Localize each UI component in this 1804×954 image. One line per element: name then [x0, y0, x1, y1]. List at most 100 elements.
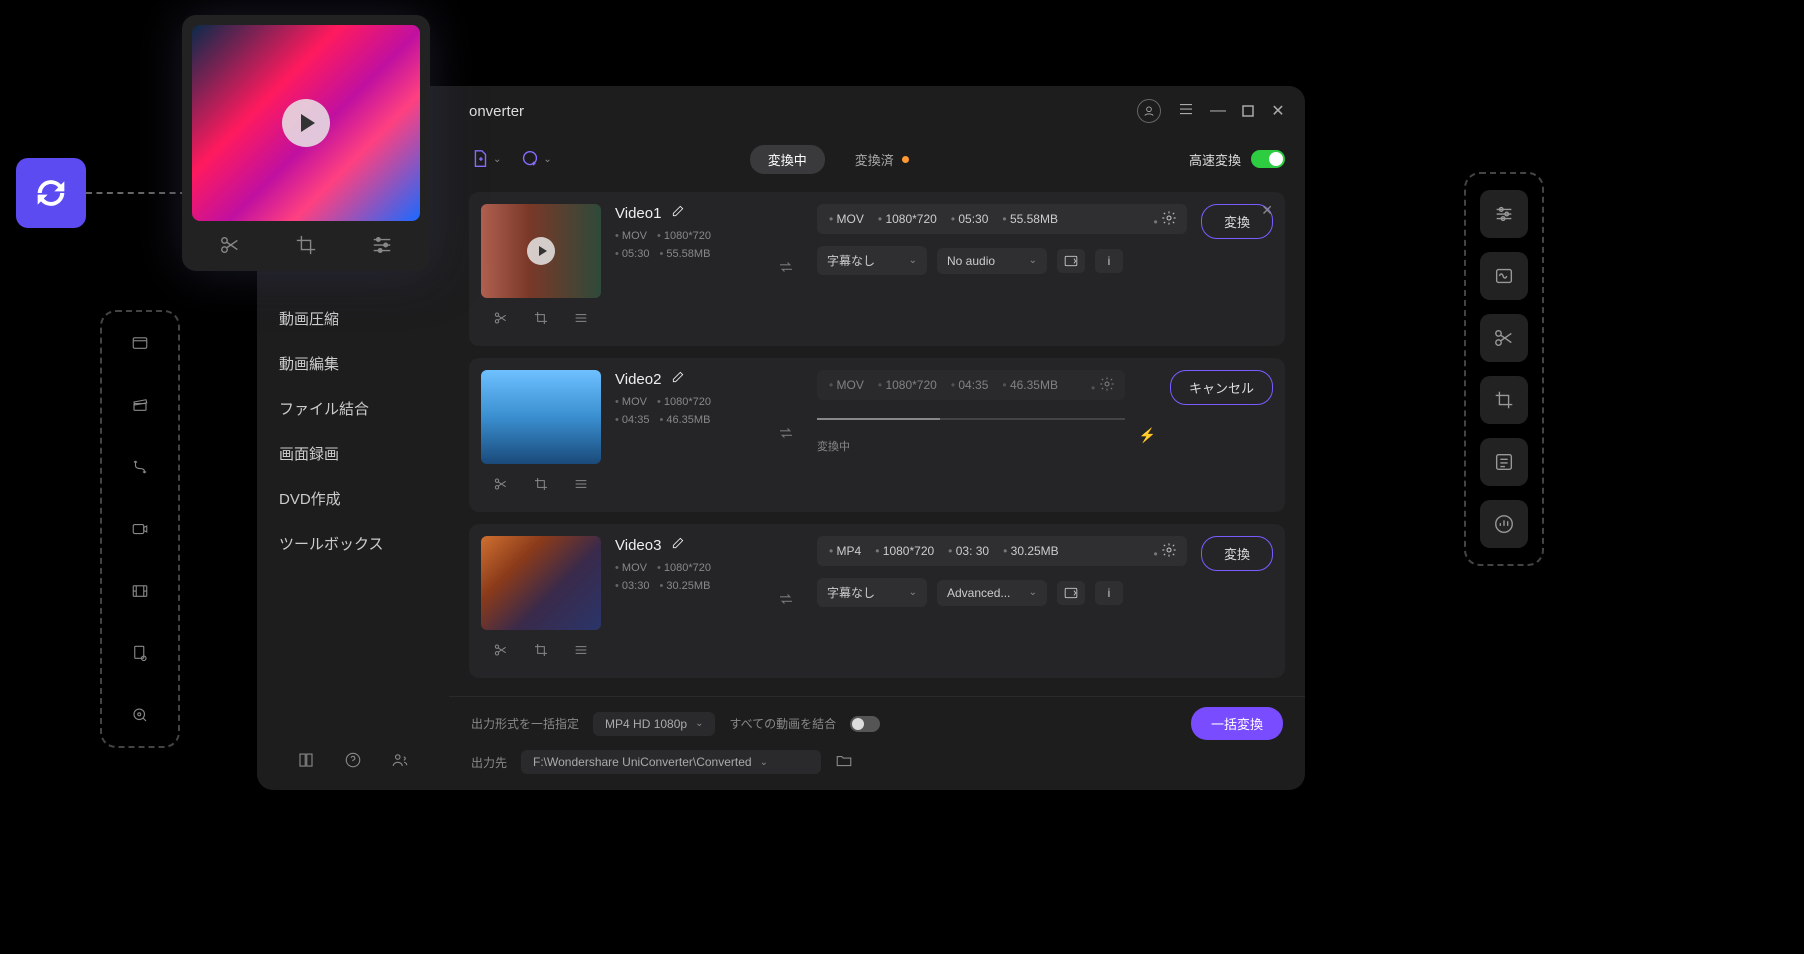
cc-button[interactable]	[1057, 249, 1085, 273]
crop-icon[interactable]	[525, 468, 557, 500]
crop-icon[interactable]	[525, 634, 557, 666]
sidebar-item-toolbox[interactable]: ツールボックス	[257, 521, 449, 566]
gear-icon	[1091, 376, 1115, 395]
cut-icon[interactable]	[214, 229, 246, 261]
add-url-button[interactable]: ⌄	[519, 148, 551, 170]
high-speed-label: 高速変換	[1189, 150, 1241, 169]
tab-converted[interactable]: 変換済	[855, 150, 909, 169]
video-thumbnail[interactable]	[481, 370, 601, 464]
bolt-icon: ⚡	[1139, 427, 1156, 444]
menu-icon[interactable]	[1177, 100, 1195, 123]
video-name: Video1	[615, 205, 661, 222]
batch-convert-button[interactable]: 一括変換	[1191, 707, 1283, 740]
feature-icons-right	[1464, 172, 1544, 566]
sidebar-item-compress[interactable]: 動画圧縮	[257, 296, 449, 341]
sliders-icon	[1480, 190, 1528, 238]
footer: 出力形式を一括指定 MP4 HD 1080p⌄ すべての動画を結合 一括変換 出…	[449, 696, 1305, 790]
gear-icon[interactable]	[1153, 210, 1177, 229]
cut-icon[interactable]	[485, 634, 517, 666]
close-icon[interactable]: ✕	[1271, 104, 1285, 118]
disc-search-icon	[125, 700, 155, 730]
sidebar-item-dvd[interactable]: DVD作成	[257, 476, 449, 521]
subtitle-select[interactable]: 字幕なし⌄	[817, 246, 927, 275]
high-speed-toggle[interactable]	[1251, 150, 1285, 168]
cut-icon	[1480, 314, 1528, 362]
add-file-button[interactable]: ⌄	[469, 148, 501, 170]
help-icon[interactable]	[344, 751, 362, 774]
output-settings[interactable]: MP41080*72003: 3030.25MB	[817, 536, 1187, 566]
adjust-icon[interactable]	[565, 468, 597, 500]
tab-converting[interactable]: 変換中	[750, 145, 825, 174]
play-icon[interactable]	[527, 237, 555, 265]
sidebar-item-merge[interactable]: ファイル結合	[257, 386, 449, 431]
adjust-icon[interactable]	[366, 229, 398, 261]
file-play-icon	[125, 638, 155, 668]
video-list: ✕ Video1 MOV1080*720 05:3055.58MB	[449, 182, 1305, 696]
video-row: Video3 MOV1080*720 03:3030.25MB MP41080*…	[469, 524, 1285, 678]
video-name: Video3	[615, 537, 661, 554]
subtitle-select[interactable]: 字幕なし⌄	[817, 578, 927, 607]
users-icon[interactable]	[391, 751, 409, 774]
edit-icon[interactable]	[671, 370, 685, 388]
swap-icon	[777, 258, 795, 281]
output-format-label: 出力形式を一括指定	[471, 715, 579, 732]
sidebar-item-edit[interactable]: 動画編集	[257, 341, 449, 386]
video-thumbnail[interactable]	[481, 536, 601, 630]
output-format-select[interactable]: MP4 HD 1080p⌄	[593, 712, 715, 736]
swap-icon	[777, 590, 795, 613]
film-icon	[125, 328, 155, 358]
adjust-icon[interactable]	[565, 302, 597, 334]
app-title: onverter	[469, 103, 524, 120]
titlebar: onverter — ✕	[449, 86, 1305, 136]
crop-icon	[1480, 376, 1528, 424]
maximize-icon[interactable]	[1241, 104, 1255, 118]
cancel-button[interactable]: キャンセル	[1170, 370, 1273, 405]
audio-select[interactable]: Advanced...⌄	[937, 580, 1047, 606]
video-row: ✕ Video1 MOV1080*720 05:3055.58MB	[469, 192, 1285, 346]
minimize-icon[interactable]: —	[1211, 104, 1225, 118]
frame-icon	[125, 576, 155, 606]
sidebar-item-record[interactable]: 画面録画	[257, 431, 449, 476]
crop-icon[interactable]	[525, 302, 557, 334]
app-main-window: onverter — ✕ ⌄ ⌄ 変換中 変換済 高速変換 ✕	[449, 86, 1305, 790]
cut-icon[interactable]	[485, 468, 517, 500]
merge-toggle[interactable]	[850, 716, 880, 732]
edit-icon[interactable]	[671, 536, 685, 554]
play-icon[interactable]	[282, 99, 330, 147]
toolbar: ⌄ ⌄ 変換中 変換済 高速変換	[449, 136, 1305, 182]
edit-icon[interactable]	[671, 204, 685, 222]
gear-icon[interactable]	[1153, 542, 1177, 561]
crop-icon[interactable]	[290, 229, 322, 261]
swap-icon	[777, 424, 795, 447]
video-thumbnail[interactable]	[481, 204, 601, 298]
info-button[interactable]: i	[1095, 581, 1123, 605]
merge-label: すべての動画を結合	[729, 715, 836, 732]
preview-thumbnail[interactable]	[192, 25, 420, 221]
connector-line	[86, 192, 186, 194]
book-icon[interactable]	[297, 751, 315, 774]
progress-bar	[817, 418, 1125, 420]
feature-icons-left	[100, 310, 180, 748]
cut-icon[interactable]	[485, 302, 517, 334]
output-dir-label: 出力先	[471, 754, 507, 771]
info-button[interactable]: i	[1095, 249, 1123, 273]
subtitle-icon	[1480, 438, 1528, 486]
output-settings[interactable]: MOV1080*72005:3055.58MB	[817, 204, 1187, 234]
convert-button[interactable]: 変換	[1201, 536, 1273, 571]
merge-icon	[125, 452, 155, 482]
convert-feature-icon	[16, 158, 86, 228]
close-icon[interactable]: ✕	[1261, 202, 1273, 219]
output-dir-select[interactable]: F:\Wondershare UniConverter\Converted⌄	[521, 750, 821, 774]
record-icon	[125, 514, 155, 544]
cc-button[interactable]	[1057, 581, 1085, 605]
video-row: Video2 MOV1080*720 04:3546.35MB MOV1080*…	[469, 358, 1285, 512]
adjust-icon[interactable]	[565, 634, 597, 666]
user-avatar-icon[interactable]	[1137, 99, 1161, 123]
wave-icon	[1480, 252, 1528, 300]
video-name: Video2	[615, 371, 661, 388]
equalizer-icon	[1480, 500, 1528, 548]
audio-select[interactable]: No audio⌄	[937, 248, 1047, 274]
status-text: 変換中	[817, 438, 1125, 454]
video-preview-card	[182, 15, 430, 271]
folder-icon[interactable]	[835, 752, 853, 773]
